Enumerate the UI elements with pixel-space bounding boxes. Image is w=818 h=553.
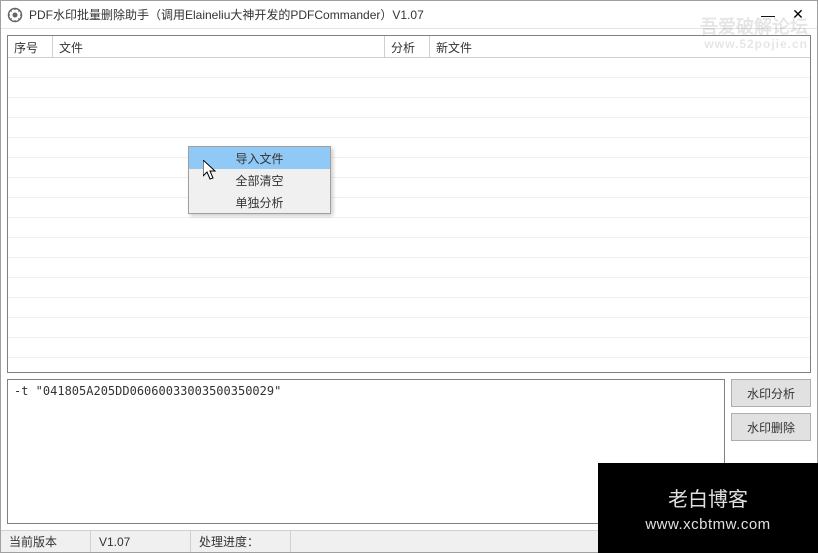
minimize-button[interactable]: — (753, 4, 783, 26)
table-row (8, 318, 810, 338)
context-menu: 导入文件 全部清空 单独分析 (188, 146, 331, 214)
table-row (8, 118, 810, 138)
table-row (8, 298, 810, 318)
table-row (8, 98, 810, 118)
status-version: V1.07 (91, 531, 191, 552)
col-header-file[interactable]: 文件 (53, 36, 385, 57)
context-item-clear-all[interactable]: 全部清空 (189, 169, 330, 191)
grid-header: 序号 文件 分析 新文件 (8, 36, 810, 58)
command-text[interactable]: -t "041805A205DD06060033003500350029" (7, 379, 725, 524)
table-row (8, 218, 810, 238)
status-progress-label: 处理进度： (191, 531, 291, 552)
col-header-newfile[interactable]: 新文件 (430, 36, 810, 57)
table-row (8, 78, 810, 98)
table-row (8, 258, 810, 278)
context-item-analyze-single[interactable]: 单独分析 (189, 191, 330, 213)
file-grid[interactable]: 序号 文件 分析 新文件 (7, 35, 811, 373)
context-item-import[interactable]: 导入文件 (189, 147, 330, 169)
app-icon (7, 7, 23, 23)
table-row (8, 278, 810, 298)
table-row (8, 238, 810, 258)
grid-body[interactable] (8, 58, 810, 372)
delete-watermark-button[interactable]: 水印删除 (731, 413, 811, 441)
table-row (8, 58, 810, 78)
table-row (8, 338, 810, 358)
window-title: PDF水印批量删除助手（调用Elaineliu大神开发的PDFCommander… (29, 6, 753, 23)
analyze-watermark-button[interactable]: 水印分析 (731, 379, 811, 407)
col-header-analysis[interactable]: 分析 (385, 36, 430, 57)
close-button[interactable]: ✕ (783, 4, 813, 26)
titlebar: PDF水印批量删除助手（调用Elaineliu大神开发的PDFCommander… (1, 1, 817, 29)
status-progress (291, 531, 817, 552)
table-row (8, 198, 810, 218)
statusbar: 当前版本 V1.07 处理进度： (1, 530, 817, 552)
table-row (8, 158, 810, 178)
table-row (8, 138, 810, 158)
col-header-sno[interactable]: 序号 (8, 36, 53, 57)
status-version-label: 当前版本 (1, 531, 91, 552)
table-row (8, 178, 810, 198)
